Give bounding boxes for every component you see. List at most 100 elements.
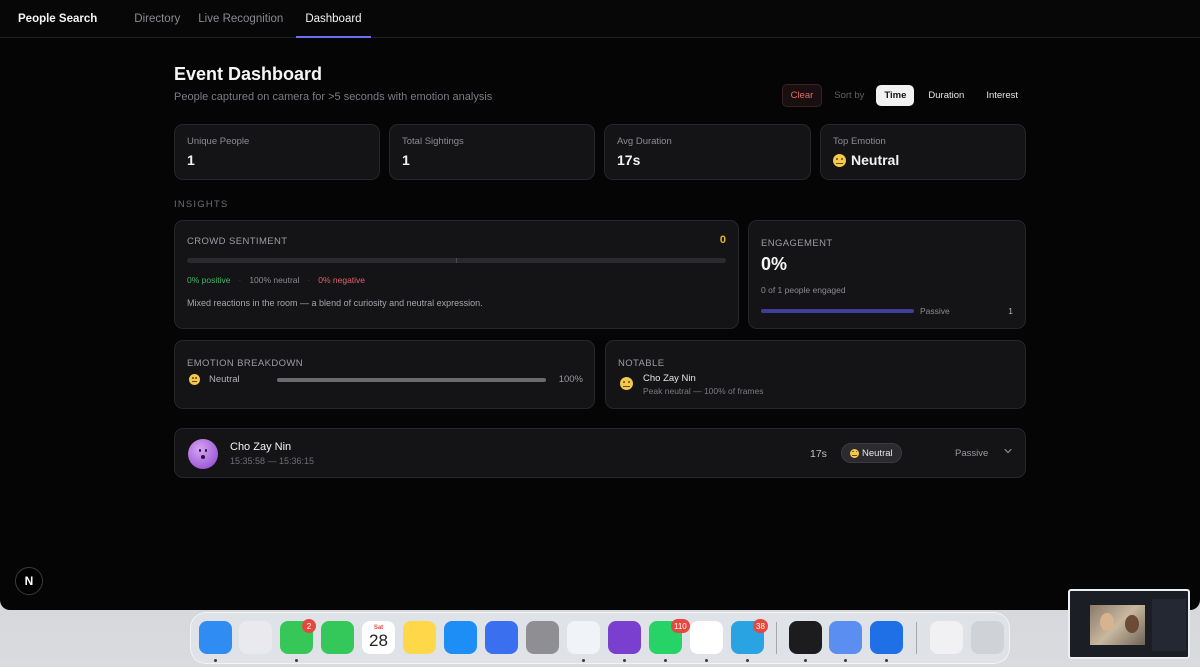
sort-duration-button[interactable]: Duration [920,85,972,106]
emotion-row: Neutral 100% [189,374,583,388]
page-subtitle: People captured on camera for >5 seconds… [174,91,493,103]
engagement-bar-fill [761,309,914,313]
emotion-percent: 100% [558,374,583,385]
running-indicator [582,659,585,662]
notable-title: NOTABLE [618,358,665,369]
stat-card-unique-people: Unique People 1 [174,124,380,180]
engagement-bar-label: Passive [920,306,950,316]
app-window: People Search Directory Live Recognition… [0,0,1200,610]
running-indicator [746,659,749,662]
dock-app-finder[interactable] [199,621,232,654]
neutral-face-icon [833,153,846,167]
tab-live-recognition[interactable]: Live Recognition [189,0,292,37]
person-face [1125,615,1139,633]
sentiment-bar [187,258,726,263]
dock-app-github-desktop[interactable] [608,621,641,654]
top-emotion-text: Neutral [851,152,900,168]
dock-app-vs-code[interactable] [567,621,600,654]
clear-button[interactable]: Clear [781,84,823,107]
preview-sidebar [1152,599,1186,651]
sort-time-button[interactable]: Time [876,85,915,106]
neutral-percent: 100% neutral [249,275,300,285]
stat-label: Avg Duration [617,136,672,147]
stat-label: Top Emotion [833,136,886,147]
surprised-face-icon [197,447,209,461]
stat-card-total-sightings: Total Sightings 1 [389,124,595,180]
dock: 2 Sat 28 110 38 [190,612,1010,664]
sentiment-bar-midpoint [456,258,457,263]
emotion-bar-fill [277,378,546,382]
running-indicator [623,659,626,662]
neutral-face-icon [189,374,200,385]
emotion-badge: Neutral [841,443,902,463]
notification-badge: 2 [302,619,316,633]
engagement-title: ENGAGEMENT [761,238,833,249]
person-name: Cho Zay Nin [230,441,292,453]
dock-app-app-store[interactable] [444,621,477,654]
stat-card-top-emotion: Top Emotion Neutral [820,124,1026,180]
emotion-badge-label: Neutral [862,447,893,459]
dock-app-facetime[interactable] [321,621,354,654]
running-indicator [214,659,217,662]
dock-app-quicktime[interactable] [870,621,903,654]
tab-directory[interactable]: Directory [125,0,189,37]
next-logo-badge[interactable]: N [15,567,43,595]
dock-app-camera-utility[interactable] [829,621,862,654]
engagement-bar-count: 1 [1008,306,1013,316]
crowd-summary: Mixed reactions in the room — a blend of… [187,298,483,308]
notification-badge: 110 [671,619,690,633]
brand-title[interactable]: People Search [18,0,97,37]
emotion-breakdown-card: EMOTION BREAKDOWN Neutral 100% [174,340,595,409]
person-face [1100,613,1114,631]
person-row[interactable]: Cho Zay Nin 15:35:58 — 15:36:15 17s Neut… [174,428,1026,478]
emotion-name: Neutral [209,374,240,385]
dock-app-calendar[interactable]: Sat 28 [362,621,395,654]
dock-app-chrome[interactable] [690,621,723,654]
stat-value-top-emotion: Neutral [833,152,899,168]
crowd-sentiment-title: CROWD SENTIMENT [187,236,288,247]
crowd-sentiment-card: CROWD SENTIMENT 0 0% positive · 100% neu… [174,220,739,329]
avatar [188,439,218,469]
dock-app-notes[interactable] [403,621,436,654]
page-title: Event Dashboard [174,64,323,84]
dock-app-launchpad[interactable] [239,621,272,654]
separator-dot: · [307,275,311,285]
engagement-bar [761,309,914,313]
emotion-breakdown-title: EMOTION BREAKDOWN [187,358,304,369]
engagement-subtitle: 0 of 1 people engaged [761,285,846,295]
notable-person-name: Cho Zay Nin [643,373,696,384]
notable-detail: Peak neutral — 100% of frames [643,386,764,396]
stat-value: 1 [402,152,410,168]
person-time-range: 15:35:58 — 15:36:15 [230,456,315,466]
running-indicator [804,659,807,662]
notification-badge: 38 [753,619,768,633]
neutral-face-icon [850,448,859,458]
stat-label: Total Sightings [402,136,464,147]
dock-app-system-settings[interactable] [526,621,559,654]
sort-interest-button[interactable]: Interest [978,85,1026,106]
dock-app-simulator[interactable] [485,621,518,654]
camera-preview-thumbnail[interactable] [1068,589,1190,659]
running-indicator [844,659,847,662]
chevron-down-icon[interactable] [1003,446,1013,456]
engagement-value: 0% [761,254,788,274]
top-navigation: People Search Directory Live Recognition… [0,0,1200,38]
dock-app-trash[interactable] [971,621,1004,654]
insights-label: INSIGHTS [174,199,229,210]
person-duration: 17s [810,448,827,460]
positive-percent: 0% positive [187,275,231,285]
calendar-date: 28 [369,631,388,650]
tab-dashboard[interactable]: Dashboard [296,0,371,38]
neutral-face-icon [620,377,633,390]
separator-dot: · [238,275,242,285]
running-indicator [885,659,888,662]
stat-label: Unique People [187,136,250,147]
engagement-card: ENGAGEMENT 0% 0 of 1 people engaged Pass… [748,220,1026,329]
running-indicator [295,659,298,662]
dock-app-document[interactable] [930,621,963,654]
stat-card-avg-duration: Avg Duration 17s [604,124,811,180]
dock-app-terminal[interactable] [789,621,822,654]
sentiment-breakdown: 0% positive · 100% neutral · 0% negative [187,275,365,285]
running-indicator [664,659,667,662]
emotion-bar [277,378,546,382]
